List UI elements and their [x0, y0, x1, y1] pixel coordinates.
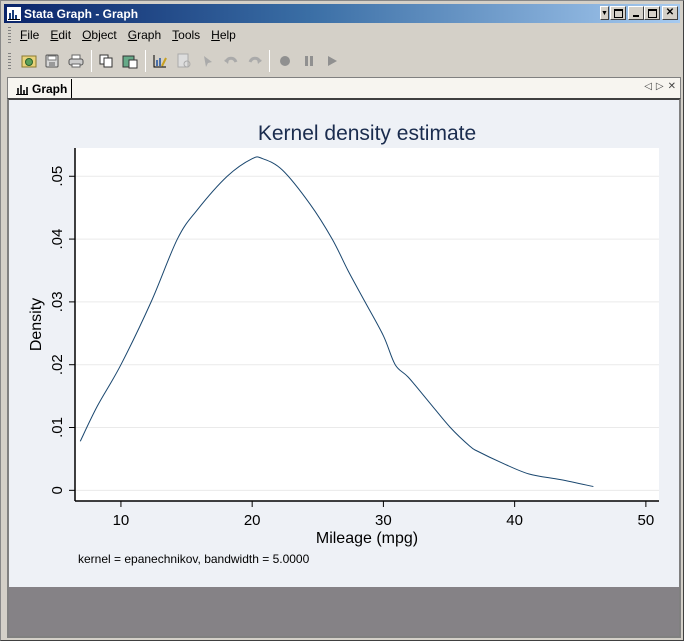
graph-editor-button[interactable] [149, 50, 173, 72]
graph-tab-icon [16, 84, 28, 95]
object-browser-button [172, 50, 196, 72]
minimize-icon [633, 15, 639, 17]
y-tick-label: .01 [49, 417, 66, 438]
menu-tools[interactable]: Tools [169, 28, 208, 42]
menu-tools-rest: ools [178, 28, 201, 42]
x-tick-label: 40 [506, 512, 523, 529]
rename-icon [122, 55, 138, 69]
y-tick-label: 0 [49, 486, 66, 494]
record-button[interactable] [273, 50, 297, 72]
x-tick-label: 20 [244, 512, 261, 529]
graph-region: 0 .01 .02 .03 .04 .05 10 20 30 40 50 Kernel densit… [9, 100, 679, 587]
menu-graph-rest: raph [137, 28, 162, 42]
title-bar[interactable]: Stata Graph - Graph ▼ ✕ [4, 4, 680, 23]
tab-close-icon[interactable]: ✕ [668, 81, 676, 92]
add-object-button [196, 50, 220, 72]
maximize-icon [647, 8, 657, 18]
close-button[interactable]: ✕ [662, 6, 678, 20]
stata-graph-window: Stata Graph - Graph ▼ ✕ File Edit Object… [0, 0, 684, 641]
open-icon [21, 55, 37, 68]
y-tick-label: .03 [49, 291, 66, 312]
print-button[interactable] [64, 50, 88, 72]
menu-edit[interactable]: Edit [47, 28, 79, 42]
stata-graph-app-icon [7, 6, 21, 21]
toolbar-separator [90, 50, 92, 72]
toolbar-separator [269, 50, 271, 72]
menu-edit-rest: dit [58, 28, 72, 42]
menu-help-rest: elp [219, 28, 236, 42]
menu-file[interactable]: File [17, 28, 47, 42]
add-object-icon [203, 56, 212, 67]
tab-graph[interactable]: Graph [11, 79, 73, 98]
save-icon [45, 54, 59, 68]
chart-title: Kernel density estimate [258, 122, 476, 145]
print-icon [68, 54, 84, 68]
menu-object-accel: O [82, 28, 92, 42]
menu-file-rest: ile [27, 28, 40, 42]
minimize-button[interactable] [628, 6, 644, 20]
x-axis-label: Mileage (mpg) [316, 530, 418, 547]
menu-graph-accel: G [127, 28, 138, 42]
play-button [321, 50, 345, 72]
tab-strip: Graph ◁ ▷ ✕ [7, 77, 681, 98]
pause-button [297, 50, 321, 72]
x-tick-label: 30 [375, 512, 392, 529]
object-browser-icon [177, 53, 191, 68]
copy-button[interactable] [95, 50, 119, 72]
undo-button [219, 50, 243, 72]
rename-graph-button[interactable] [118, 50, 142, 72]
menu-object-rest: bject [91, 28, 117, 42]
toolbar-separator [144, 50, 146, 72]
window-title: Stata Graph - Graph [24, 6, 139, 21]
window-menu-dropdown-button[interactable]: ▼ [600, 6, 609, 20]
chart-note: kernel = epanechnikov, bandwidth = 5.000… [78, 552, 310, 566]
pause-icon [304, 56, 313, 66]
menu-bar: File Edit Object Graph Tools Help [4, 25, 680, 45]
tab-prev-icon[interactable]: ◁ [644, 81, 652, 92]
graph-pane: 0 .01 .02 .03 .04 .05 10 20 30 40 50 Kernel densit… [7, 98, 681, 638]
play-icon [328, 56, 338, 66]
tab-next-icon[interactable]: ▷ [656, 81, 664, 92]
menu-help[interactable]: Help [208, 28, 244, 42]
x-tick-label: 50 [638, 512, 655, 529]
redo-button [243, 50, 267, 72]
toolbar-grip[interactable] [8, 53, 11, 69]
undo-icon [224, 56, 238, 64]
dropdown-arrow-icon: ▼ [601, 9, 608, 17]
record-icon [280, 56, 291, 66]
close-icon: ✕ [665, 7, 675, 18]
open-button[interactable] [17, 50, 41, 72]
graph-editor-icon [153, 55, 168, 68]
y-axis-label: Density [28, 298, 45, 351]
plot-area [75, 148, 659, 501]
x-tick-label: 10 [113, 512, 130, 529]
kernel-density-chart: 0 .01 .02 .03 .04 .05 10 20 30 40 50 Kernel densit… [28, 122, 659, 566]
menu-object[interactable]: Object [79, 28, 125, 42]
menu-graph[interactable]: Graph [125, 28, 169, 42]
y-tick-label: .04 [49, 229, 66, 250]
redo-icon [248, 56, 262, 64]
dock-restore-button[interactable] [610, 6, 626, 20]
toolbar [4, 47, 344, 75]
save-button[interactable] [40, 50, 64, 72]
tab-graph-label: Graph [32, 81, 68, 96]
y-tick-label: .05 [49, 166, 66, 187]
y-tick-label: .02 [49, 354, 66, 375]
menu-help-accel: H [211, 28, 220, 42]
menubar-grip[interactable] [8, 27, 11, 43]
restore-window-icon [613, 8, 623, 18]
maximize-button[interactable] [644, 6, 660, 20]
copy-icon [99, 54, 113, 68]
